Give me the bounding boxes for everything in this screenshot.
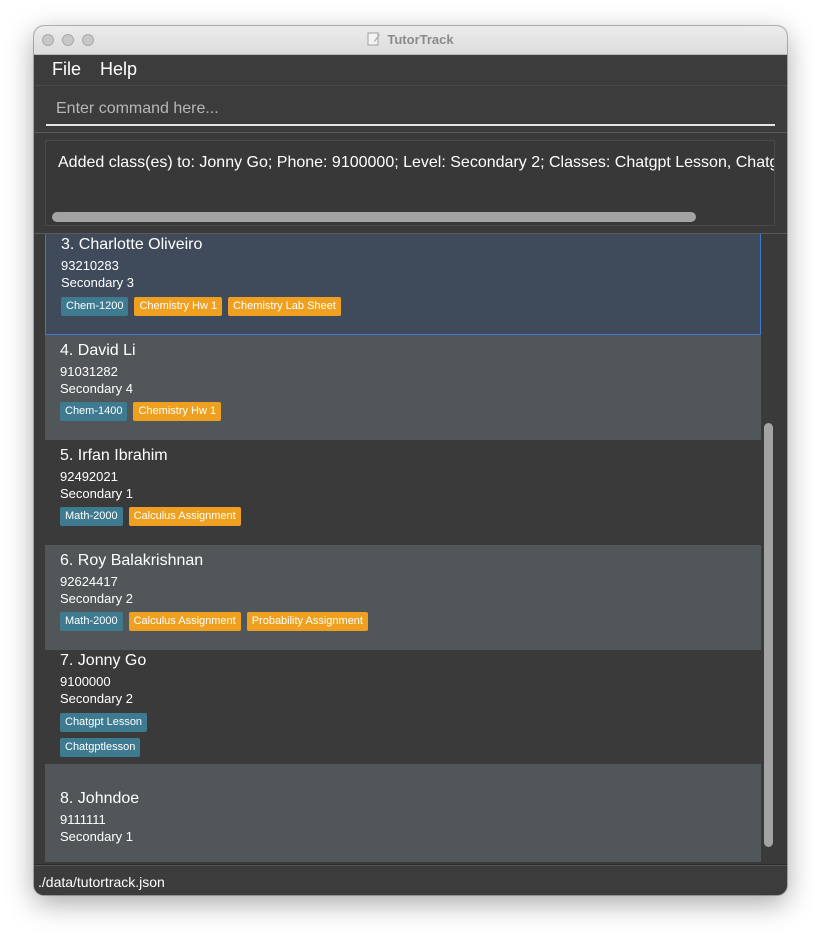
person-name: 8. Johndoe bbox=[60, 790, 140, 807]
person-phone: 91031282 bbox=[60, 364, 118, 379]
person-name: 3. Charlotte Oliveiro bbox=[61, 236, 203, 253]
person-name: 4. David Li bbox=[60, 342, 136, 359]
app-window: TutorTrack File Help Added class(es) to:… bbox=[34, 26, 787, 895]
title-bar: TutorTrack bbox=[34, 26, 787, 55]
assignment-tag: Chemistry Lab Sheet bbox=[228, 297, 341, 316]
result-display: Added class(es) to: Jonny Go; Phone: 910… bbox=[45, 140, 775, 226]
command-box bbox=[34, 86, 787, 132]
person-card[interactable]: 4. David Li 91031282 Secondary 4 Chem-14… bbox=[45, 335, 761, 440]
person-level: Secondary 1 bbox=[60, 829, 133, 844]
assignment-tag: Calculus Assignment bbox=[128, 507, 241, 526]
class-tag: Chatgptlesson bbox=[60, 738, 141, 757]
menu-bar: File Help bbox=[34, 55, 787, 86]
person-level: Secondary 1 bbox=[60, 486, 133, 501]
save-file-path: ./data/tutortrack.json bbox=[38, 874, 165, 890]
class-tag: Chem-1200 bbox=[61, 297, 129, 316]
class-tag: Math-2000 bbox=[60, 612, 123, 631]
person-card[interactable]: 3. Charlotte Oliveiro 93210283 Secondary… bbox=[45, 234, 761, 335]
person-phone: 93210283 bbox=[61, 258, 119, 273]
menu-help[interactable]: Help bbox=[100, 59, 137, 80]
menu-file[interactable]: File bbox=[52, 59, 81, 80]
class-tag: Chem-1400 bbox=[60, 402, 128, 421]
person-name: 7. Jonny Go bbox=[60, 652, 147, 669]
person-card[interactable]: 5. Irfan Ibrahim 92492021 Secondary 1 Ma… bbox=[45, 440, 761, 545]
status-bar: ./data/tutortrack.json bbox=[34, 865, 787, 895]
person-level: Secondary 4 bbox=[60, 381, 133, 396]
result-horizontal-scrollbar[interactable] bbox=[52, 212, 696, 222]
class-tag: Math-2000 bbox=[60, 507, 123, 526]
person-list: 3. Charlotte Oliveiro 93210283 Secondary… bbox=[34, 234, 787, 864]
person-phone: 9111111 bbox=[60, 812, 106, 827]
result-message: Added class(es) to: Jonny Go; Phone: 910… bbox=[58, 154, 775, 171]
assignment-tag: Probability Assignment bbox=[246, 612, 368, 631]
person-card[interactable]: 7. Jonny Go 9100000 Secondary 2 Chatgpt … bbox=[45, 650, 761, 764]
person-level: Secondary 2 bbox=[60, 591, 133, 606]
command-input[interactable] bbox=[46, 94, 775, 126]
assignment-tag: Chemistry Hw 1 bbox=[133, 402, 222, 421]
window-title: TutorTrack bbox=[387, 32, 454, 47]
person-phone: 92624417 bbox=[60, 574, 118, 589]
assignment-tag: Chemistry Hw 1 bbox=[134, 297, 223, 316]
person-level: Secondary 3 bbox=[61, 275, 134, 290]
person-level: Secondary 2 bbox=[60, 691, 133, 706]
app-document-icon bbox=[367, 32, 381, 46]
person-name: 6. Roy Balakrishnan bbox=[60, 552, 204, 569]
result-display-area: Added class(es) to: Jonny Go; Phone: 910… bbox=[34, 133, 787, 233]
person-name: 5. Irfan Ibrahim bbox=[60, 447, 168, 464]
person-card[interactable]: 6. Roy Balakrishnan 92624417 Secondary 2… bbox=[45, 545, 761, 650]
class-tag: Chatgpt Lesson bbox=[60, 713, 148, 732]
person-phone: 92492021 bbox=[60, 469, 118, 484]
person-phone: 9100000 bbox=[60, 674, 111, 689]
list-scrollbar-thumb[interactable] bbox=[764, 423, 773, 847]
person-card[interactable]: 8. Johndoe 9111111 Secondary 1 bbox=[45, 764, 761, 862]
assignment-tag: Calculus Assignment bbox=[128, 612, 241, 631]
